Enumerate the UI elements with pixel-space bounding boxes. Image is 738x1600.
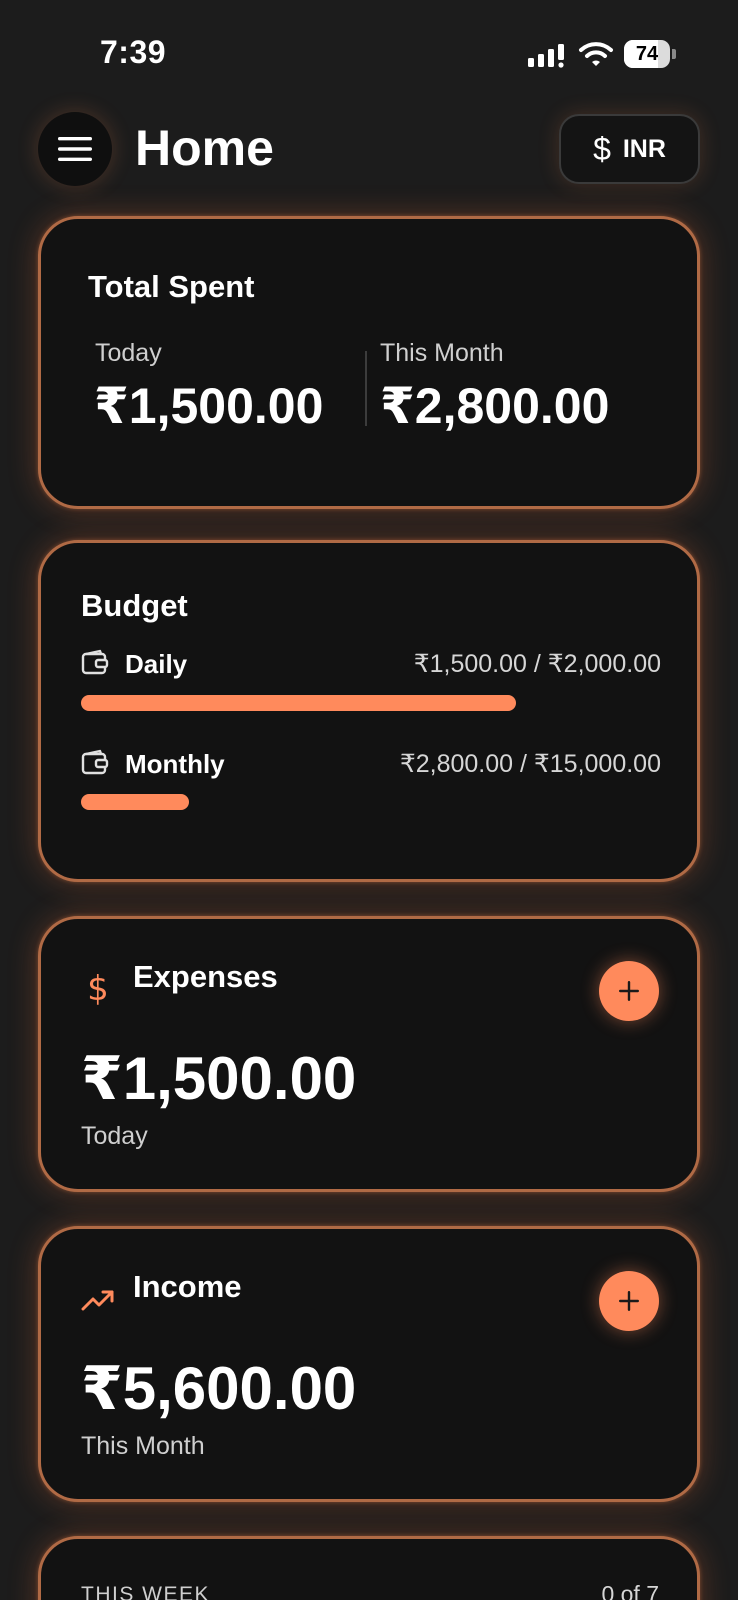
wallet-icon bbox=[81, 749, 109, 775]
budget-row-monthly: Monthly ₹2,800.00 / ₹15,000.00 bbox=[81, 747, 661, 783]
battery-level: 74 bbox=[635, 43, 659, 65]
income-card[interactable]: Income ₹5,600.00 This Month bbox=[38, 1226, 700, 1502]
wallet-icon bbox=[81, 649, 109, 675]
budget-daily-progress bbox=[81, 695, 661, 711]
battery-tip bbox=[672, 49, 676, 59]
this-week-card[interactable]: THIS WEEK 0 of 7 bbox=[38, 1536, 700, 1600]
status-bar: 7:39 74 bbox=[0, 0, 738, 100]
currency-code: INR bbox=[622, 134, 666, 163]
dollar-icon: $ bbox=[593, 130, 611, 167]
status-time: 7:39 bbox=[100, 34, 167, 70]
income-title: Income bbox=[133, 1269, 242, 1304]
expenses-title: Expenses bbox=[133, 959, 278, 994]
page-title: Home bbox=[135, 120, 274, 176]
budget-daily-amount: ₹1,500.00 / ₹2,000.00 bbox=[413, 650, 661, 678]
today-label: Today bbox=[95, 339, 162, 367]
battery-indicator: 74 bbox=[624, 40, 676, 68]
plus-icon bbox=[619, 1291, 639, 1311]
this-week-count: 0 of 7 bbox=[601, 1581, 659, 1600]
income-value: ₹5,600.00 bbox=[81, 1355, 357, 1422]
add-income-button[interactable] bbox=[599, 1271, 659, 1331]
budget-title: Budget bbox=[81, 588, 188, 623]
budget-monthly-label: Monthly bbox=[125, 749, 225, 779]
expenses-period-label: Today bbox=[81, 1122, 148, 1150]
total-spent-title: Total Spent bbox=[88, 269, 255, 304]
add-expense-button[interactable] bbox=[599, 961, 659, 1021]
month-spent-value: ₹2,800.00 bbox=[380, 378, 610, 434]
budget-daily-progress-fill bbox=[81, 695, 516, 711]
income-period-label: This Month bbox=[81, 1432, 205, 1460]
trending-up-icon bbox=[81, 1290, 114, 1311]
budget-daily-label: Daily bbox=[125, 649, 188, 679]
today-spent-value: ₹1,500.00 bbox=[94, 378, 324, 434]
expenses-card[interactable]: $ Expenses ₹1,500.00 Today bbox=[38, 916, 700, 1192]
menu-button[interactable] bbox=[38, 112, 112, 186]
total-spent-card: Total Spent Today ₹1,500.00 This Month ₹… bbox=[38, 216, 700, 509]
this-week-label: THIS WEEK bbox=[81, 1583, 211, 1600]
budget-card[interactable]: Budget Daily ₹1,500.00 / ₹2,000.00 Month… bbox=[38, 540, 700, 882]
dollar-icon: $ bbox=[87, 971, 109, 1005]
home-screen: 7:39 74 Home $ INR Total Spent Today ₹1,… bbox=[0, 0, 738, 1600]
expenses-value: ₹1,500.00 bbox=[81, 1045, 357, 1112]
budget-monthly-progress bbox=[81, 794, 661, 810]
budget-monthly-progress-fill bbox=[81, 794, 190, 810]
vertical-divider bbox=[365, 351, 367, 426]
hamburger-menu-icon bbox=[58, 137, 92, 161]
budget-row-daily: Daily ₹1,500.00 / ₹2,000.00 bbox=[81, 647, 661, 683]
wifi-icon bbox=[579, 42, 613, 66]
this-month-label: This Month bbox=[380, 339, 504, 367]
plus-icon bbox=[619, 981, 639, 1001]
cellular-signal-icon bbox=[528, 44, 564, 68]
svg-text:$: $ bbox=[87, 971, 109, 1005]
currency-selector-button[interactable]: $ INR bbox=[559, 114, 700, 184]
budget-monthly-amount: ₹2,800.00 / ₹15,000.00 bbox=[399, 750, 661, 778]
